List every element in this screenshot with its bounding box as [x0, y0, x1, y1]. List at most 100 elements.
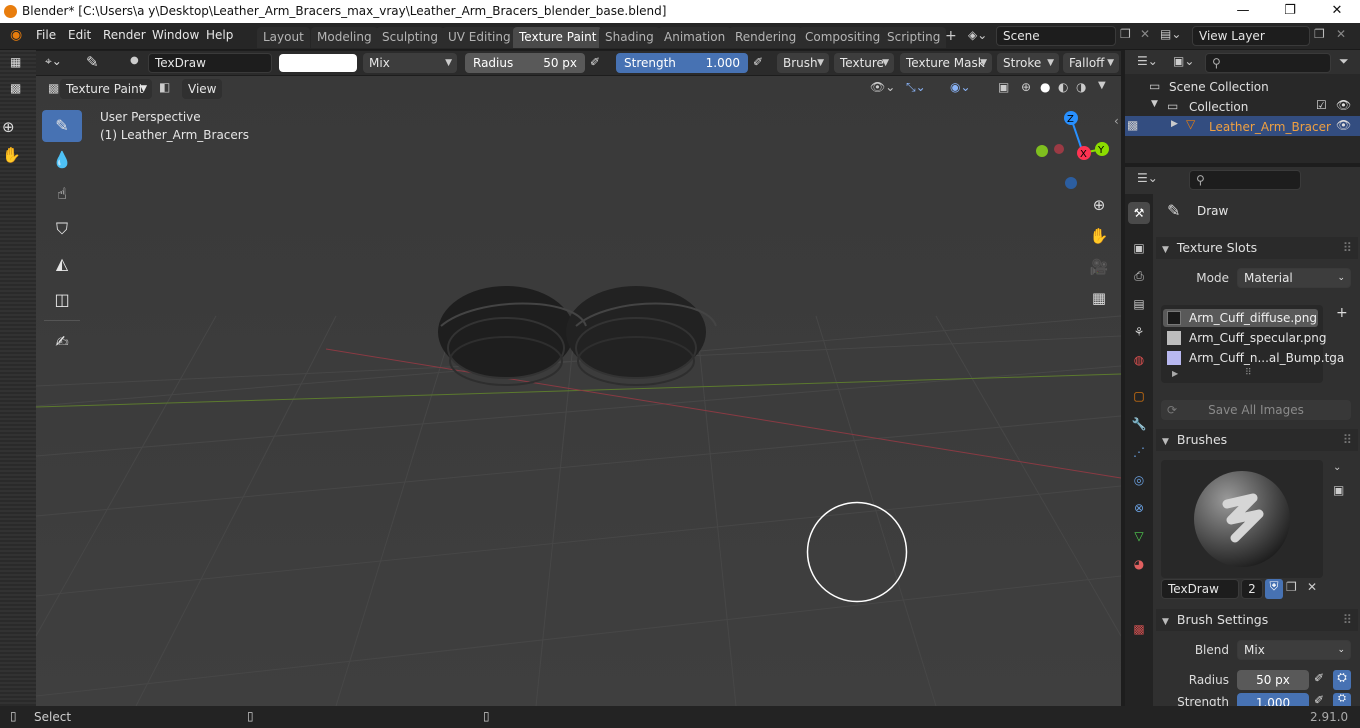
tool-tab-icon[interactable]: ⚒ [1128, 202, 1150, 224]
unified-radius-icon[interactable]: ⛭ [1333, 670, 1351, 690]
brush-browse-icon[interactable]: ● [130, 55, 139, 66]
view-menu[interactable]: View [182, 79, 222, 99]
texture-slots-panel-header[interactable]: ▼ Texture Slots ⠿ [1156, 237, 1358, 259]
particles-tab-icon[interactable]: ⋰ [1128, 441, 1150, 463]
editor-type-icon[interactable]: ▦ [10, 55, 21, 69]
scene-collection-label[interactable]: Scene Collection [1169, 80, 1269, 94]
eye-icon[interactable]: 👁 [1336, 118, 1351, 132]
strength-slider[interactable]: Strength 1.000 [616, 53, 748, 73]
list-item[interactable]: Arm_Cuff_diffuse.png [1189, 311, 1317, 325]
menu-help[interactable]: Help [206, 28, 233, 42]
modifier-tab-icon[interactable]: 🔧 [1128, 413, 1150, 435]
tab-compositing[interactable]: Compositing [799, 27, 887, 48]
menu-edit[interactable]: Edit [68, 28, 91, 42]
menu-render[interactable]: Render [103, 28, 146, 42]
brush-preview[interactable] [1161, 460, 1323, 578]
hand-pan-icon[interactable]: ✋ [1085, 222, 1113, 250]
expand-arrow-icon[interactable]: ▼ [1151, 99, 1158, 109]
tab-sculpting[interactable]: Sculpting [376, 27, 445, 48]
tab-animation[interactable]: Animation [658, 27, 732, 48]
tab-scripting[interactable]: Scripting [881, 27, 947, 48]
collection-label[interactable]: Collection [1189, 100, 1248, 114]
material-tab-icon[interactable]: ◕ [1128, 553, 1150, 575]
sidebar-toggle-icon[interactable]: ‹ [1114, 114, 1119, 128]
properties-editor-icon[interactable]: ☰⌄ [1137, 171, 1158, 185]
blend-dropdown[interactable]: Mix ⌄ [1237, 640, 1351, 660]
pressure-radius-icon[interactable]: ✐ [1314, 671, 1324, 685]
brush-users-count[interactable]: 2 [1241, 579, 1263, 599]
object-label[interactable]: Leather_Arm_Bracer [1209, 120, 1331, 134]
add-slot-button[interactable]: + [1336, 305, 1348, 321]
delete-scene-icon[interactable]: ✕ [1140, 27, 1150, 41]
perspective-grid-icon[interactable]: ▦ [1085, 284, 1113, 312]
view-layer-icon[interactable]: ▤⌄ [1160, 27, 1181, 41]
brush-menu[interactable]: Brush ▼ [777, 53, 829, 73]
tab-texture-paint[interactable]: Texture Paint [513, 27, 603, 48]
solid-shading-icon[interactable]: ● [1040, 80, 1050, 94]
list-item[interactable]: Arm_Cuff_specular.png [1189, 331, 1327, 345]
brushes-panel-header[interactable]: ▼ Brushes ⠿ [1156, 429, 1358, 451]
drag-handle-icon[interactable]: ⠿ [1343, 429, 1352, 451]
pressure-strength-icon[interactable]: ✐ [753, 55, 763, 69]
tab-uv-editing[interactable]: UV Editing [442, 27, 517, 48]
stroke-menu[interactable]: Stroke ▼ [997, 53, 1059, 73]
chevron-down-icon[interactable]: ⌄ [1333, 462, 1341, 473]
radius-slider[interactable]: Radius 50 px [465, 53, 585, 73]
scene-icon[interactable]: ◈⌄ [968, 28, 987, 42]
editor-type-icon[interactable]: ⌖⌄ [45, 54, 62, 69]
properties-search-input[interactable]: ⚲ [1189, 170, 1301, 190]
close-button[interactable]: ✕ [1314, 0, 1360, 23]
expand-arrow-icon[interactable]: ▶ [1172, 369, 1178, 378]
checkbox-icon[interactable]: ☑ [1316, 98, 1327, 112]
hand-pan-icon[interactable]: ✋ [2, 146, 21, 164]
menu-file[interactable]: File [36, 28, 56, 42]
visibility-icon[interactable]: 👁⌄ [870, 80, 895, 94]
clone-tool-button[interactable]: ⛉ [42, 213, 82, 245]
add-workspace-button[interactable]: + [945, 28, 957, 44]
wireframe-shading-icon[interactable]: ⊕ [1021, 80, 1031, 94]
filter-icon[interactable]: ⏷ [1339, 54, 1349, 69]
display-mode-icon[interactable]: ▣⌄ [1173, 54, 1194, 68]
new-view-layer-icon[interactable]: ❐ [1314, 27, 1325, 41]
object-tab-icon[interactable]: ▢ [1128, 385, 1150, 407]
draw-tool-button[interactable]: ✎ [42, 110, 82, 142]
radius-field[interactable]: 50 px [1237, 670, 1309, 690]
mode-dropdown[interactable]: Material ⌄ [1237, 268, 1351, 288]
menu-window[interactable]: Window [152, 28, 199, 42]
scene-tab-icon[interactable]: ⚘ [1128, 321, 1150, 343]
image-icon[interactable]: ▣ [1333, 483, 1344, 497]
outliner-search-input[interactable]: ⚲ [1205, 53, 1331, 73]
tab-layout[interactable]: Layout [257, 27, 310, 48]
unlink-brush-icon[interactable]: ✕ [1307, 580, 1317, 594]
color-swatch[interactable] [279, 54, 357, 72]
world-tab-icon[interactable]: ◍ [1128, 349, 1150, 371]
maximize-button[interactable]: ❐ [1267, 0, 1313, 23]
texture-tab-icon[interactable]: ▩ [1128, 618, 1150, 640]
tab-shading[interactable]: Shading [599, 27, 660, 48]
gizmo-toggle-icon[interactable]: ⤡⌄ [906, 80, 926, 95]
rendered-shading-icon[interactable]: ◑ [1076, 80, 1086, 94]
outliner-editor-icon[interactable]: ☰⌄ [1137, 54, 1158, 68]
strength-field[interactable]: 1.000 [1237, 693, 1309, 706]
texture-menu[interactable]: Texture ▼ [834, 53, 894, 73]
fill-tool-button[interactable]: ◭ [42, 248, 82, 280]
annotate-tool-button[interactable]: ✍ [42, 326, 82, 358]
mask-tool-button[interactable]: ◫ [42, 284, 82, 316]
tab-rendering[interactable]: Rendering [729, 27, 803, 48]
brush-settings-panel-header[interactable]: ▼ Brush Settings ⠿ [1156, 609, 1358, 631]
camera-icon[interactable]: 🎥 [1085, 253, 1113, 281]
pressure-radius-icon[interactable]: ✐ [590, 55, 600, 69]
zoom-icon[interactable]: ⊕ [1085, 191, 1113, 219]
resize-handle-icon[interactable]: ⠿ [1245, 368, 1252, 378]
new-scene-icon[interactable]: ❐ [1120, 27, 1131, 41]
save-all-images-button[interactable]: ⟳ Save All Images [1161, 400, 1351, 420]
eye-icon[interactable]: 👁 [1336, 98, 1351, 112]
3d-viewport[interactable]: Z X Y ▩ Texture Paint ▼ ◧ View 👁⌄ ⤡⌄ ◉⌄ ▣… [36, 76, 1121, 706]
material-shading-icon[interactable]: ◐ [1058, 80, 1068, 94]
pressure-strength-icon[interactable]: ✐ [1314, 693, 1324, 707]
view-layer-field[interactable]: View Layer [1192, 26, 1310, 46]
blender-menu-icon[interactable]: ◉ [10, 27, 22, 43]
zoom-icon[interactable]: ⊕ [2, 118, 15, 136]
output-tab-icon[interactable]: ⎙ [1128, 265, 1150, 287]
data-tab-icon[interactable]: ▽ [1128, 525, 1150, 547]
